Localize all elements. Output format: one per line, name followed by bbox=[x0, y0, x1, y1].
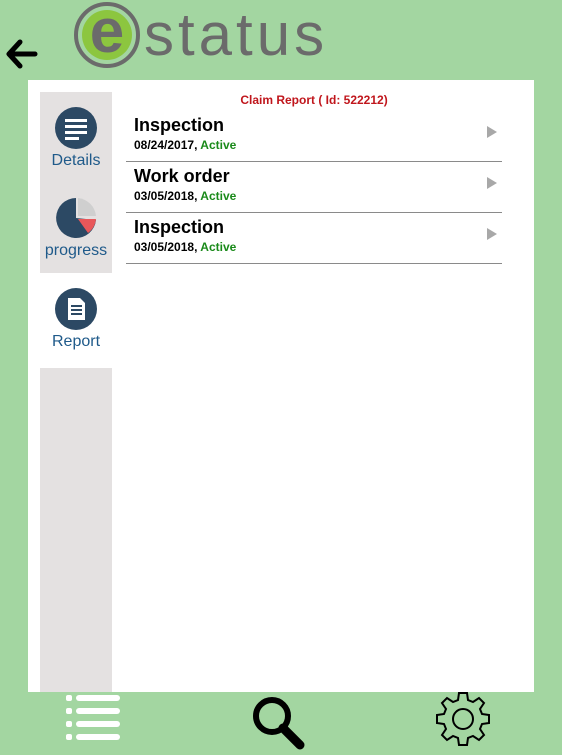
gear-icon bbox=[436, 692, 490, 746]
arrow-left-icon bbox=[6, 39, 38, 69]
sidebar-item-details[interactable]: Details bbox=[40, 106, 112, 186]
chevron-right-icon bbox=[487, 228, 497, 240]
back-button[interactable] bbox=[6, 38, 38, 70]
logo-text: status bbox=[144, 1, 329, 68]
item-title: Inspection bbox=[134, 217, 225, 237]
item-title: Inspection bbox=[134, 115, 225, 135]
item-status: Active bbox=[200, 240, 237, 254]
item-status: Active bbox=[200, 189, 237, 203]
header-bar: e status bbox=[0, 0, 562, 80]
sidebar-item-report[interactable]: Report bbox=[40, 273, 112, 368]
list-item[interactable]: Inspection 08/24/2017, Active bbox=[126, 111, 502, 162]
sidebar: Details progress Report bbox=[40, 92, 112, 692]
content-panel: Details progress Report Claim Report ( I… bbox=[28, 80, 534, 692]
search-button[interactable] bbox=[246, 692, 308, 750]
report-title: Claim Report ( Id: 522212) bbox=[240, 93, 388, 107]
settings-button[interactable] bbox=[432, 692, 494, 750]
item-meta: 03/05/2018, Active bbox=[134, 189, 236, 203]
list-lines-icon bbox=[55, 107, 97, 149]
item-date: 08/24/2017 bbox=[134, 138, 195, 152]
estatus-logo: e status bbox=[74, 0, 384, 76]
chevron-right-icon bbox=[487, 177, 497, 189]
sidebar-item-label: Details bbox=[51, 152, 101, 169]
bottom-toolbar bbox=[0, 692, 562, 750]
item-status: Active bbox=[200, 138, 237, 152]
item-meta: 03/05/2018, Active bbox=[134, 240, 236, 254]
item-title: Work order bbox=[134, 166, 230, 186]
chevron-right-icon bbox=[487, 126, 497, 138]
list-icon bbox=[66, 695, 120, 740]
pie-chart-icon bbox=[56, 198, 96, 238]
document-icon bbox=[55, 288, 97, 330]
item-date: 03/05/2018 bbox=[134, 189, 195, 203]
sidebar-item-progress[interactable]: progress bbox=[40, 196, 112, 276]
item-date: 03/05/2018 bbox=[134, 240, 195, 254]
list-button[interactable] bbox=[62, 692, 124, 750]
list-item[interactable]: Work order 03/05/2018, Active bbox=[126, 162, 502, 213]
sidebar-item-label: progress bbox=[44, 242, 108, 259]
item-meta: 08/24/2017, Active bbox=[134, 138, 236, 152]
list-item[interactable]: Inspection 03/05/2018, Active bbox=[126, 213, 502, 264]
report-list: Inspection 08/24/2017, Active Work order… bbox=[126, 111, 502, 264]
logo-letter: e bbox=[89, 0, 125, 66]
search-icon bbox=[253, 697, 305, 750]
sidebar-item-label: Report bbox=[51, 333, 101, 350]
